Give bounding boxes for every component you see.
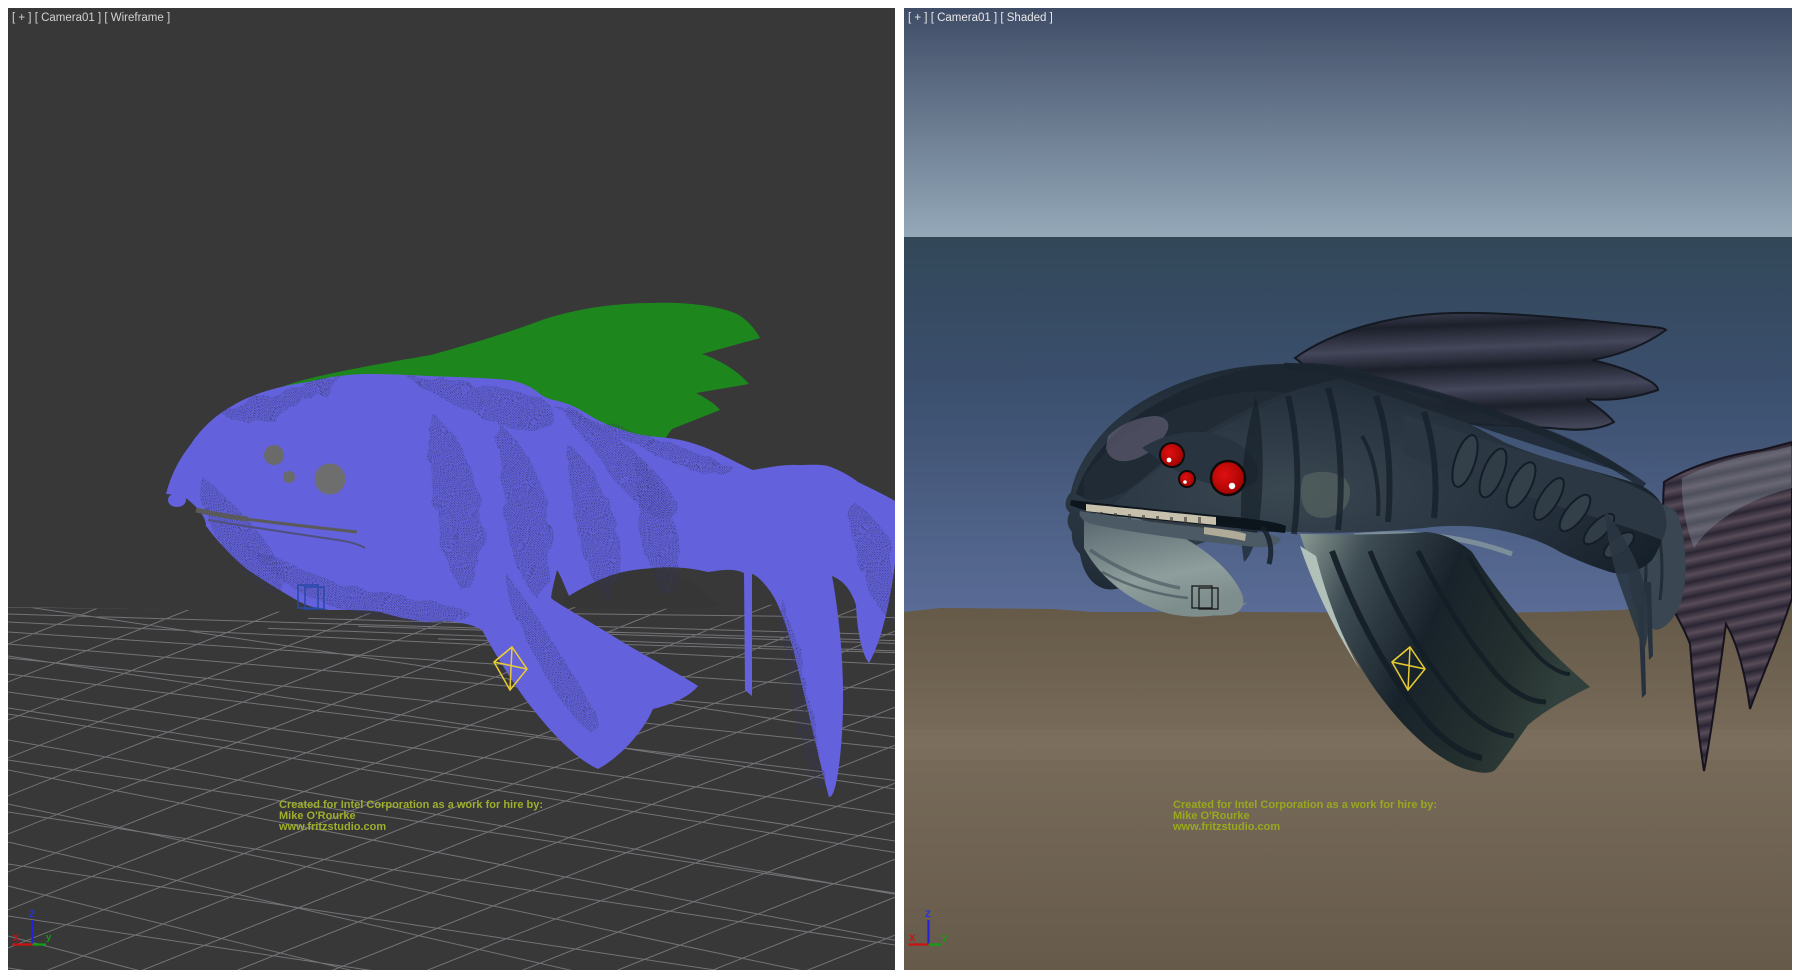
- svg-text:X: X: [909, 933, 916, 944]
- svg-text:y: y: [46, 932, 52, 943]
- svg-text:Z: Z: [925, 909, 931, 920]
- svg-text:www.fritzstudio.com: www.fritzstudio.com: [278, 821, 386, 833]
- svg-text:www.fritzstudio.com: www.fritzstudio.com: [1172, 821, 1280, 833]
- svg-text:Z: Z: [29, 909, 35, 920]
- svg-text:X: X: [13, 933, 20, 944]
- svg-text:y: y: [942, 932, 948, 943]
